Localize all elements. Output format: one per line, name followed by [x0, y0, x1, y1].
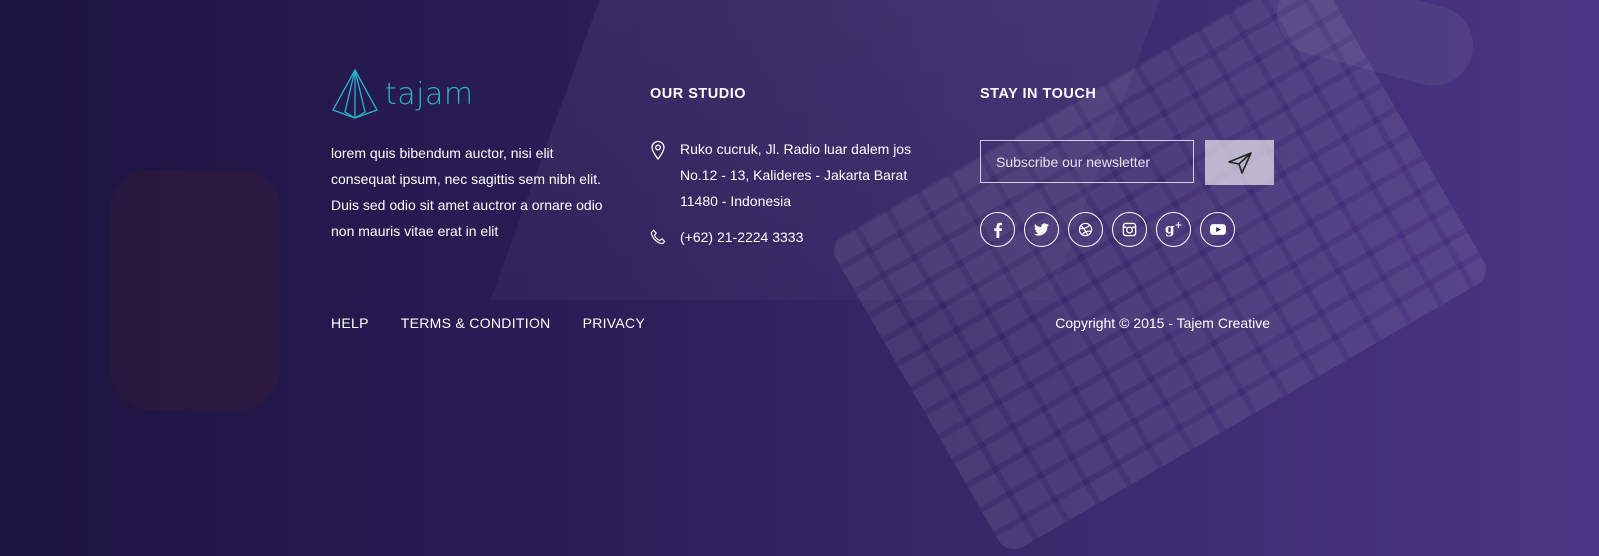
newsletter-email-input[interactable]	[980, 140, 1194, 183]
newsletter-submit-button[interactable]	[1205, 140, 1274, 185]
site-footer: tajam lorem quis bibendum auctor, nisi e…	[0, 0, 1599, 400]
help-link[interactable]: HELP	[331, 315, 369, 331]
twitter-icon[interactable]	[1024, 212, 1059, 247]
terms-link[interactable]: TERMS & CONDITION	[401, 315, 551, 331]
social-links: g+	[980, 212, 1244, 247]
brand-logo[interactable]: tajam	[331, 68, 474, 120]
newsletter-form	[980, 140, 1274, 185]
footer-nav: HELP TERMS & CONDITION PRIVACY	[331, 315, 677, 331]
stay-in-touch-heading: STAY IN TOUCH	[980, 86, 1097, 102]
google-plus-icon[interactable]: g+	[1156, 212, 1191, 247]
studio-phone[interactable]: (+62) 21-2224 3333	[650, 227, 803, 247]
send-icon	[1227, 151, 1252, 174]
phone-icon	[650, 229, 666, 245]
studio-heading: OUR STUDIO	[650, 86, 747, 102]
copyright-text: Copyright © 2015 - Tajem Creative	[1055, 315, 1270, 331]
map-pin-icon	[651, 140, 665, 160]
facebook-icon[interactable]	[980, 212, 1015, 247]
instagram-icon[interactable]	[1112, 212, 1147, 247]
paper-plane-logo-icon	[332, 68, 378, 119]
about-text: lorem quis bibendum auctor, nisi elit co…	[331, 145, 603, 239]
brand-name: tajam	[385, 76, 474, 112]
youtube-icon[interactable]	[1200, 212, 1235, 247]
privacy-link[interactable]: PRIVACY	[583, 315, 646, 331]
address-text: Ruko cucruk, Jl. Radio luar dalem jos No…	[680, 141, 912, 209]
dribbble-icon[interactable]	[1068, 212, 1103, 247]
phone-text: (+62) 21-2224 3333	[680, 229, 804, 245]
studio-address: Ruko cucruk, Jl. Radio luar dalem jos No…	[650, 136, 930, 214]
